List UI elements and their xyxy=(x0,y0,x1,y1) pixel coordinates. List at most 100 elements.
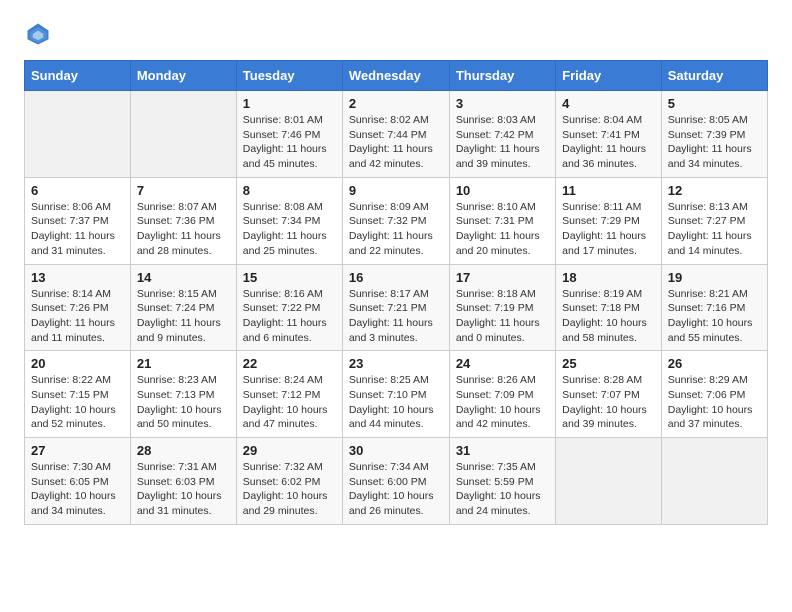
day-cell: 22 Sunrise: 8:24 AM Sunset: 7:12 PM Dayli… xyxy=(236,351,342,438)
day-number: 6 xyxy=(31,183,124,198)
day-info: Sunrise: 8:22 AM Sunset: 7:15 PM Dayligh… xyxy=(31,373,124,432)
day-info: Sunrise: 8:24 AM Sunset: 7:12 PM Dayligh… xyxy=(243,373,336,432)
week-row-2: 6 Sunrise: 8:06 AM Sunset: 7:37 PM Daylig… xyxy=(25,177,768,264)
day-cell: 6 Sunrise: 8:06 AM Sunset: 7:37 PM Daylig… xyxy=(25,177,131,264)
day-number: 13 xyxy=(31,270,124,285)
day-cell: 19 Sunrise: 8:21 AM Sunset: 7:16 PM Dayli… xyxy=(661,264,767,351)
day-cell: 24 Sunrise: 8:26 AM Sunset: 7:09 PM Dayli… xyxy=(449,351,555,438)
day-info: Sunrise: 7:31 AM Sunset: 6:03 PM Dayligh… xyxy=(137,460,230,519)
day-number: 23 xyxy=(349,356,443,371)
day-cell: 14Sunrise: 8:15 AM Sunset: 7:24 PM Dayli… xyxy=(130,264,236,351)
day-cell: 21Sunrise: 8:23 AM Sunset: 7:13 PM Dayli… xyxy=(130,351,236,438)
day-number: 1 xyxy=(243,96,336,111)
day-cell: 13 Sunrise: 8:14 AM Sunset: 7:26 PM Dayli… xyxy=(25,264,131,351)
calendar: SundayMondayTuesdayWednesdayThursdayFrid… xyxy=(24,60,768,525)
weekday-header-sunday: Sunday xyxy=(25,61,131,91)
day-cell: 17Sunrise: 8:18 AM Sunset: 7:19 PM Dayli… xyxy=(449,264,555,351)
day-cell xyxy=(25,91,131,178)
day-number: 12 xyxy=(668,183,761,198)
day-cell: 16 Sunrise: 8:17 AM Sunset: 7:21 PM Dayli… xyxy=(342,264,449,351)
day-info: Sunrise: 8:13 AM Sunset: 7:27 PM Dayligh… xyxy=(668,200,761,259)
weekday-header-saturday: Saturday xyxy=(661,61,767,91)
day-cell: 25 Sunrise: 8:28 AM Sunset: 7:07 PM Dayli… xyxy=(556,351,662,438)
day-number: 19 xyxy=(668,270,761,285)
day-info: Sunrise: 8:21 AM Sunset: 7:16 PM Dayligh… xyxy=(668,287,761,346)
day-info: Sunrise: 8:23 AM Sunset: 7:13 PM Dayligh… xyxy=(137,373,230,432)
day-cell: 8Sunrise: 8:08 AM Sunset: 7:34 PM Daylig… xyxy=(236,177,342,264)
day-number: 28 xyxy=(137,443,230,458)
day-info: Sunrise: 8:05 AM Sunset: 7:39 PM Dayligh… xyxy=(668,113,761,172)
day-number: 9 xyxy=(349,183,443,198)
day-cell: 3 Sunrise: 8:03 AM Sunset: 7:42 PM Daylig… xyxy=(449,91,555,178)
day-number: 16 xyxy=(349,270,443,285)
day-cell: 11 Sunrise: 8:11 AM Sunset: 7:29 PM Dayli… xyxy=(556,177,662,264)
day-info: Sunrise: 8:14 AM Sunset: 7:26 PM Dayligh… xyxy=(31,287,124,346)
day-number: 27 xyxy=(31,443,124,458)
day-number: 31 xyxy=(456,443,549,458)
day-cell: 7 Sunrise: 8:07 AM Sunset: 7:36 PM Daylig… xyxy=(130,177,236,264)
day-number: 5 xyxy=(668,96,761,111)
day-info: Sunrise: 8:28 AM Sunset: 7:07 PM Dayligh… xyxy=(562,373,655,432)
day-info: Sunrise: 8:03 AM Sunset: 7:42 PM Dayligh… xyxy=(456,113,549,172)
day-info: Sunrise: 7:34 AM Sunset: 6:00 PM Dayligh… xyxy=(349,460,443,519)
day-cell xyxy=(556,438,662,525)
day-cell: 9 Sunrise: 8:09 AM Sunset: 7:32 PM Daylig… xyxy=(342,177,449,264)
day-info: Sunrise: 8:04 AM Sunset: 7:41 PM Dayligh… xyxy=(562,113,655,172)
day-cell: 26 Sunrise: 8:29 AM Sunset: 7:06 PM Dayli… xyxy=(661,351,767,438)
day-cell: 1 Sunrise: 8:01 AM Sunset: 7:46 PM Daylig… xyxy=(236,91,342,178)
weekday-header-tuesday: Tuesday xyxy=(236,61,342,91)
day-cell: 4 Sunrise: 8:04 AM Sunset: 7:41 PM Daylig… xyxy=(556,91,662,178)
day-cell: 5 Sunrise: 8:05 AM Sunset: 7:39 PM Daylig… xyxy=(661,91,767,178)
day-number: 24 xyxy=(456,356,549,371)
day-number: 26 xyxy=(668,356,761,371)
day-number: 7 xyxy=(137,183,230,198)
week-row-5: 27Sunrise: 7:30 AM Sunset: 6:05 PM Dayli… xyxy=(25,438,768,525)
day-cell: 27Sunrise: 7:30 AM Sunset: 6:05 PM Dayli… xyxy=(25,438,131,525)
day-info: Sunrise: 8:16 AM Sunset: 7:22 PM Dayligh… xyxy=(243,287,336,346)
day-number: 25 xyxy=(562,356,655,371)
logo xyxy=(24,20,56,48)
day-cell: 30 Sunrise: 7:34 AM Sunset: 6:00 PM Dayli… xyxy=(342,438,449,525)
day-info: Sunrise: 8:07 AM Sunset: 7:36 PM Dayligh… xyxy=(137,200,230,259)
day-cell: 10Sunrise: 8:10 AM Sunset: 7:31 PM Dayli… xyxy=(449,177,555,264)
day-info: Sunrise: 8:26 AM Sunset: 7:09 PM Dayligh… xyxy=(456,373,549,432)
day-info: Sunrise: 8:06 AM Sunset: 7:37 PM Dayligh… xyxy=(31,200,124,259)
day-info: Sunrise: 8:29 AM Sunset: 7:06 PM Dayligh… xyxy=(668,373,761,432)
day-info: Sunrise: 8:19 AM Sunset: 7:18 PM Dayligh… xyxy=(562,287,655,346)
day-number: 15 xyxy=(243,270,336,285)
week-row-4: 20 Sunrise: 8:22 AM Sunset: 7:15 PM Dayli… xyxy=(25,351,768,438)
day-number: 30 xyxy=(349,443,443,458)
day-cell xyxy=(130,91,236,178)
day-number: 20 xyxy=(31,356,124,371)
weekday-header-friday: Friday xyxy=(556,61,662,91)
day-number: 11 xyxy=(562,183,655,198)
day-cell: 23 Sunrise: 8:25 AM Sunset: 7:10 PM Dayli… xyxy=(342,351,449,438)
day-info: Sunrise: 8:18 AM Sunset: 7:19 PM Dayligh… xyxy=(456,287,549,346)
day-info: Sunrise: 8:15 AM Sunset: 7:24 PM Dayligh… xyxy=(137,287,230,346)
header xyxy=(24,20,768,48)
weekday-header-wednesday: Wednesday xyxy=(342,61,449,91)
weekday-header-thursday: Thursday xyxy=(449,61,555,91)
day-number: 4 xyxy=(562,96,655,111)
day-info: Sunrise: 8:11 AM Sunset: 7:29 PM Dayligh… xyxy=(562,200,655,259)
day-cell: 29Sunrise: 7:32 AM Sunset: 6:02 PM Dayli… xyxy=(236,438,342,525)
day-info: Sunrise: 8:01 AM Sunset: 7:46 PM Dayligh… xyxy=(243,113,336,172)
day-cell: 28 Sunrise: 7:31 AM Sunset: 6:03 PM Dayli… xyxy=(130,438,236,525)
day-number: 3 xyxy=(456,96,549,111)
day-number: 2 xyxy=(349,96,443,111)
weekday-header-row: SundayMondayTuesdayWednesdayThursdayFrid… xyxy=(25,61,768,91)
day-cell: 18 Sunrise: 8:19 AM Sunset: 7:18 PM Dayli… xyxy=(556,264,662,351)
day-cell: 2Sunrise: 8:02 AM Sunset: 7:44 PM Daylig… xyxy=(342,91,449,178)
day-cell: 12 Sunrise: 8:13 AM Sunset: 7:27 PM Dayli… xyxy=(661,177,767,264)
week-row-1: 1 Sunrise: 8:01 AM Sunset: 7:46 PM Daylig… xyxy=(25,91,768,178)
day-number: 18 xyxy=(562,270,655,285)
logo-icon xyxy=(24,20,52,48)
day-number: 22 xyxy=(243,356,336,371)
day-info: Sunrise: 8:25 AM Sunset: 7:10 PM Dayligh… xyxy=(349,373,443,432)
day-info: Sunrise: 8:09 AM Sunset: 7:32 PM Dayligh… xyxy=(349,200,443,259)
day-info: Sunrise: 8:17 AM Sunset: 7:21 PM Dayligh… xyxy=(349,287,443,346)
day-info: Sunrise: 7:32 AM Sunset: 6:02 PM Dayligh… xyxy=(243,460,336,519)
day-info: Sunrise: 8:10 AM Sunset: 7:31 PM Dayligh… xyxy=(456,200,549,259)
day-cell: 31 Sunrise: 7:35 AM Sunset: 5:59 PM Dayli… xyxy=(449,438,555,525)
day-info: Sunrise: 7:35 AM Sunset: 5:59 PM Dayligh… xyxy=(456,460,549,519)
